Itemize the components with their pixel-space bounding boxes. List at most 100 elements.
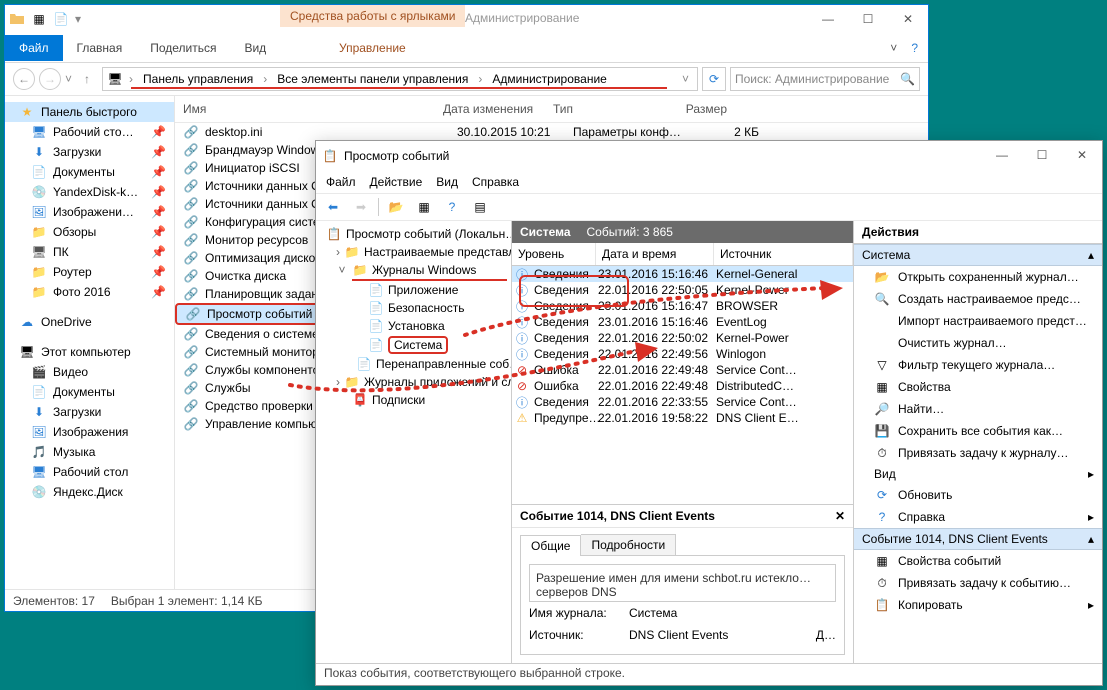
event-row[interactable]: ⊘Ошибка22.01.2016 22:49:48DistributedC… xyxy=(512,378,853,394)
nav-item[interactable]: 🖥Рабочий стол xyxy=(5,462,174,482)
tree-subs[interactable]: 📮Подписки xyxy=(316,391,511,409)
action-item[interactable]: ⏱Привязать задачу к событию… xyxy=(854,572,1102,594)
tree-applogs[interactable]: ›📁Журналы приложений и сл… xyxy=(316,373,511,391)
event-row[interactable]: ⚠Предупре…22.01.2016 19:58:22DNS Client … xyxy=(512,410,853,426)
tab-general[interactable]: Общие xyxy=(520,535,581,556)
tb-open[interactable]: 📂 xyxy=(385,196,407,218)
menu-help[interactable]: Справка xyxy=(472,175,519,189)
ribbon-expand-icon[interactable]: ˅ xyxy=(890,41,897,55)
nav-item[interactable]: 📁Обзоры📌 xyxy=(5,222,174,242)
tree-system[interactable]: 📄Система xyxy=(316,335,511,355)
home-tab[interactable]: Главная xyxy=(63,35,137,61)
new-folder-icon[interactable]: 📄 xyxy=(53,11,69,27)
nav-item[interactable]: 🖥Рабочий сто…📌 xyxy=(5,122,174,142)
nav-item[interactable]: 🎬Видео xyxy=(5,362,174,382)
back-button[interactable]: ← xyxy=(13,68,35,90)
nav-item[interactable]: 💿Яндекс.Диск xyxy=(5,482,174,502)
nav-item[interactable]: 📁Фото 2016📌 xyxy=(5,282,174,302)
crumb-1[interactable]: Панель управления xyxy=(139,72,257,86)
nav-item[interactable]: 📄Документы xyxy=(5,382,174,402)
menu-action[interactable]: Действие xyxy=(370,175,423,189)
col-date[interactable]: Дата изменения xyxy=(435,96,545,122)
col-datetime[interactable]: Дата и время xyxy=(596,243,714,265)
nav-item[interactable]: 📁Роутер📌 xyxy=(5,262,174,282)
help-icon[interactable]: ? xyxy=(911,41,918,55)
tb-refresh[interactable]: ▤ xyxy=(469,196,491,218)
tb-back[interactable]: ⬅ xyxy=(322,196,344,218)
menu-file[interactable]: Файл xyxy=(326,175,356,189)
event-row[interactable]: ⓘСведения23.01.2016 15:16:46Kernel-Gener… xyxy=(512,266,853,282)
action-item[interactable]: 💾Сохранить все события как… xyxy=(854,420,1102,442)
collapse-icon[interactable]: ▴ xyxy=(1088,532,1094,546)
tb-help[interactable]: ? xyxy=(441,196,463,218)
refresh-button[interactable]: ⟳ xyxy=(702,67,726,91)
collapse-icon[interactable]: ▴ xyxy=(1088,248,1094,262)
manage-tab[interactable]: Управление xyxy=(325,35,420,61)
this-pc[interactable]: 🖥Этот компьютер xyxy=(5,342,174,362)
properties-icon[interactable]: ▦ xyxy=(31,11,47,27)
forward-button[interactable]: → xyxy=(39,68,61,90)
maximize-button[interactable]: ☐ xyxy=(848,5,888,33)
nav-item[interactable]: 🖥ПК📌 xyxy=(5,242,174,262)
up-button[interactable]: ↑ xyxy=(76,68,98,90)
nav-item[interactable]: 🖼Изображени…📌 xyxy=(5,202,174,222)
tree-security[interactable]: 📄Безопасность xyxy=(316,299,511,317)
event-row[interactable]: ⓘСведения23.01.2016 15:16:46EventLog xyxy=(512,314,853,330)
action-view[interactable]: Вид▸ xyxy=(854,464,1102,484)
action-item[interactable]: Импорт настраиваемого предст… xyxy=(854,310,1102,332)
action-item[interactable]: 🔍Создать настраиваемое предс… xyxy=(854,288,1102,310)
col-type[interactable]: Тип xyxy=(545,96,665,122)
tree-app[interactable]: 📄Приложение xyxy=(316,281,511,299)
event-row[interactable]: ⓘСведения22.01.2016 22:49:56Winlogon xyxy=(512,346,853,362)
nav-item[interactable]: ⬇Загрузки xyxy=(5,402,174,422)
evv-minimize[interactable]: — xyxy=(982,141,1022,169)
address-bar[interactable]: 🖥 › Панель управления › Все элементы пан… xyxy=(102,67,698,91)
quick-access[interactable]: ★Панель быстрого xyxy=(5,102,174,122)
qat-dropdown[interactable]: ▾ xyxy=(75,12,81,26)
nav-item[interactable]: 🖼Изображения xyxy=(5,422,174,442)
event-row[interactable]: ⓘСведения22.01.2016 22:50:02Kernel-Power xyxy=(512,330,853,346)
menu-view[interactable]: Вид xyxy=(436,175,458,189)
tree-root[interactable]: 📋Просмотр событий (Локальн… xyxy=(316,225,511,243)
event-row[interactable]: ⓘСведения22.01.2016 22:50:05Kernel-Power xyxy=(512,282,853,298)
action-item[interactable]: 📂Открыть сохраненный журнал… xyxy=(854,266,1102,288)
tb-props[interactable]: ▦ xyxy=(413,196,435,218)
nav-item[interactable]: ⬇Загрузки📌 xyxy=(5,142,174,162)
action-item[interactable]: ▽Фильтр текущего журнала… xyxy=(854,354,1102,376)
recent-dropdown[interactable]: ˅ xyxy=(65,72,72,86)
col-source[interactable]: Источник xyxy=(714,243,853,265)
file-tab[interactable]: Файл xyxy=(5,35,63,61)
action-item[interactable]: 🔎Найти… xyxy=(854,398,1102,420)
preview-close-icon[interactable]: ✕ xyxy=(835,509,845,523)
crumb-3[interactable]: Администрирование xyxy=(488,72,610,86)
event-row[interactable]: ⊘Ошибка22.01.2016 22:49:48Service Cont… xyxy=(512,362,853,378)
nav-item[interactable]: 🎵Музыка xyxy=(5,442,174,462)
tree-custom[interactable]: ›📁Настраиваемые представле… xyxy=(316,243,511,261)
crumb-2[interactable]: Все элементы панели управления xyxy=(273,72,472,86)
share-tab[interactable]: Поделиться xyxy=(136,35,230,61)
action-help[interactable]: ?Справка▸ xyxy=(854,506,1102,528)
evv-maximize[interactable]: ☐ xyxy=(1022,141,1062,169)
action-item[interactable]: Очистить журнал… xyxy=(854,332,1102,354)
event-row[interactable]: ⓘСведения23.01.2016 15:16:47BROWSER xyxy=(512,298,853,314)
close-button[interactable]: ✕ xyxy=(888,5,928,33)
nav-item[interactable]: 💿YandexDisk-k…📌 xyxy=(5,182,174,202)
minimize-button[interactable]: — xyxy=(808,5,848,33)
tab-details[interactable]: Подробности xyxy=(581,534,676,555)
col-size[interactable]: Размер xyxy=(665,96,735,122)
col-name[interactable]: Имя xyxy=(175,96,435,122)
evv-close[interactable]: ✕ xyxy=(1062,141,1102,169)
event-row[interactable]: ⓘСведения22.01.2016 22:33:55Service Cont… xyxy=(512,394,853,410)
action-refresh[interactable]: ⟳Обновить xyxy=(854,484,1102,506)
tb-fwd[interactable]: ➡ xyxy=(350,196,372,218)
nav-item[interactable]: 📄Документы📌 xyxy=(5,162,174,182)
action-item[interactable]: 📋Копировать▸ xyxy=(854,594,1102,616)
onedrive[interactable]: ☁OneDrive xyxy=(5,312,174,332)
tree-winlogs[interactable]: ˅📁Журналы Windows xyxy=(316,261,511,279)
action-item[interactable]: ⏱Привязать задачу к журналу… xyxy=(854,442,1102,464)
search-box[interactable]: Поиск: Администрирование 🔍 xyxy=(730,67,920,91)
action-item[interactable]: ▦Свойства xyxy=(854,376,1102,398)
tree-setup[interactable]: 📄Установка xyxy=(316,317,511,335)
tree-forwarded[interactable]: 📄Перенаправленные соб… xyxy=(316,355,511,373)
view-tab[interactable]: Вид xyxy=(230,35,280,61)
